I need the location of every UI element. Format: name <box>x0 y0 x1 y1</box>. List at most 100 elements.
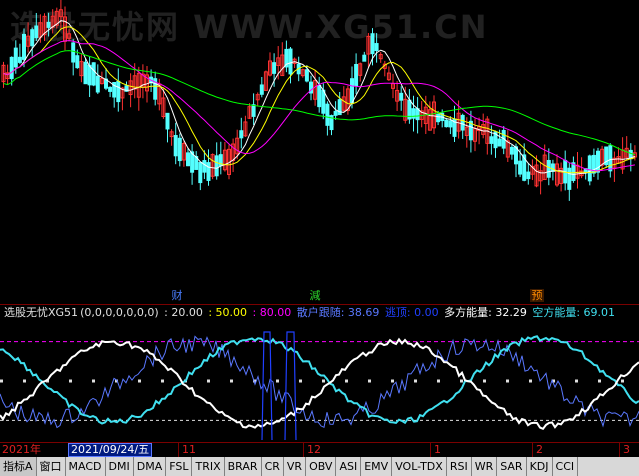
candle-body <box>526 171 531 180</box>
candle-body <box>13 47 18 68</box>
candle-body <box>399 92 404 101</box>
tab-vol-tdx[interactable]: VOL-TDX <box>392 457 447 476</box>
indicator-name: 选股无忧XG51 <box>4 306 79 319</box>
series-retail-follow: 散户跟随: 38.69 <box>296 306 380 319</box>
candle-body <box>91 62 96 86</box>
candle-body <box>75 55 80 69</box>
bear-energy-line <box>0 335 639 425</box>
candlestick-chart[interactable] <box>0 0 639 286</box>
month-label: 1 <box>434 443 441 456</box>
candle-body <box>239 130 244 139</box>
cursor-date-label: 2021/09/24/五 <box>68 443 153 457</box>
date-axis: 2021年 2021/09/24/五 11 12 1 2 3 <box>0 442 639 457</box>
candle-body <box>550 163 555 172</box>
year-label: 2021年 <box>2 443 41 456</box>
candle-body <box>202 160 207 173</box>
level-80: : 80.00 <box>252 306 292 319</box>
month-label: 3 <box>623 443 630 456</box>
candle-body <box>177 137 182 162</box>
month-tick <box>619 443 620 457</box>
candle-body <box>546 159 551 178</box>
candle-body <box>497 138 502 147</box>
candle-body <box>596 150 600 173</box>
candle-body <box>95 75 100 93</box>
candle-body <box>251 104 256 117</box>
candle-body <box>415 108 420 121</box>
candle-body <box>325 103 330 126</box>
news-marker[interactable]: 減 <box>308 289 322 302</box>
candle-body <box>509 146 514 155</box>
bull-energy-line <box>0 337 639 431</box>
candle-body <box>173 135 178 157</box>
candle-body <box>317 84 322 108</box>
candle-body <box>17 56 22 63</box>
tab-sar[interactable]: SAR <box>497 457 527 476</box>
candle-body <box>9 56 14 80</box>
tab-macd[interactable]: MACD <box>66 457 106 476</box>
candle-body <box>362 54 367 62</box>
candle-body <box>30 29 35 47</box>
month-tick <box>532 443 533 457</box>
candle-body <box>518 160 523 175</box>
candle-body <box>444 119 449 128</box>
tab-cr[interactable]: CR <box>262 457 284 476</box>
candle-body <box>374 43 379 51</box>
tab-brar[interactable]: BRAR <box>225 457 262 476</box>
news-marker-row: 财減预 <box>0 288 639 304</box>
candle-body <box>71 42 76 63</box>
month-tick <box>430 443 431 457</box>
month-label: 2 <box>536 443 543 456</box>
tab--[interactable]: 窗口 <box>37 457 66 476</box>
candle-body <box>83 61 88 85</box>
candle-body <box>34 25 39 39</box>
tab-emv[interactable]: EMV <box>361 457 393 476</box>
candle-body <box>46 21 51 28</box>
tab--a[interactable]: 指标A <box>0 457 37 476</box>
series-bull-energy: 多方能量: 32.29 <box>444 306 527 319</box>
tab-cci[interactable]: CCI <box>553 457 579 476</box>
candle-body <box>186 152 190 167</box>
candle-body <box>350 78 354 104</box>
tab-vr[interactable]: VR <box>284 457 307 476</box>
month-label: 11 <box>182 443 196 456</box>
tab-asi[interactable]: ASI <box>336 457 362 476</box>
candle-body <box>333 110 338 116</box>
indicator-tab-bar: 指标A 窗口 MACD DMI DMA FSL TRIX BRAR CR VR OBV ASI EMV V… <box>0 457 639 476</box>
candle-body <box>436 113 441 123</box>
tab-fsl[interactable]: FSL <box>166 457 193 476</box>
month-label: 12 <box>307 443 321 456</box>
candle-body <box>587 155 592 182</box>
tab-dma[interactable]: DMA <box>134 457 167 476</box>
tab-kdj[interactable]: KDJ <box>527 457 553 476</box>
tab-obv[interactable]: OBV <box>306 457 337 476</box>
candle-body <box>288 48 293 75</box>
candle-body <box>22 33 26 60</box>
level-20: : 20.00 <box>164 306 203 319</box>
indicator-params: (0,0,0,0,0,0,0) <box>80 306 159 319</box>
candle-body <box>321 89 326 114</box>
candle-body <box>198 162 203 184</box>
candle-body <box>460 114 465 131</box>
level-50: : 50.00 <box>208 306 248 319</box>
news-marker[interactable]: 预 <box>530 289 544 302</box>
tab-wr[interactable]: WR <box>472 457 498 476</box>
indicator-header: 选股无忧XG51 (0,0,0,0,0,0,0) : 20.00 : 50.00 … <box>0 305 639 321</box>
candle-body <box>448 120 453 128</box>
series-bear-energy: 空方能量: 69.01 <box>532 306 616 319</box>
tab-rsi[interactable]: RSI <box>447 457 472 476</box>
candle-body <box>272 62 277 74</box>
candle-body <box>206 162 211 181</box>
tab-trix[interactable]: TRIX <box>192 457 225 476</box>
candle-body <box>87 64 92 86</box>
candle-body <box>259 84 264 95</box>
candle-body <box>370 33 375 55</box>
candle-body <box>304 69 309 82</box>
series-escape-top: 逃顶: 0.00 <box>384 306 439 319</box>
news-marker[interactable]: 财 <box>170 289 184 302</box>
indicator-chart[interactable] <box>0 322 639 440</box>
tab-dmi[interactable]: DMI <box>106 457 134 476</box>
candle-body <box>108 86 113 92</box>
candle-body <box>608 145 613 172</box>
candle-body <box>214 155 219 177</box>
candle-body <box>165 112 170 130</box>
